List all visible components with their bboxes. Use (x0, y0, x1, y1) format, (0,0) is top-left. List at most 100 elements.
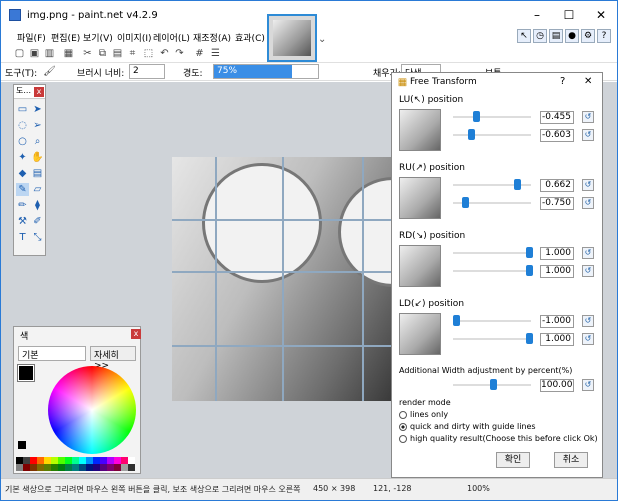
recolor-icon[interactable]: ✐ (31, 215, 44, 228)
paintbrush-tool-icon[interactable]: ✎ (16, 183, 29, 196)
minimize-button[interactable]: – (521, 5, 553, 25)
x-slider[interactable] (526, 247, 533, 258)
y-slider[interactable] (467, 129, 475, 140)
x-value[interactable]: 1.000 (540, 247, 574, 260)
brush-width-combo[interactable]: 2 (129, 64, 165, 79)
x-slider[interactable] (453, 315, 460, 326)
palette-select[interactable]: 기본 (18, 346, 86, 361)
pencil-icon[interactable]: ✏ (16, 199, 29, 212)
history-toggle-icon[interactable]: ◷ (533, 29, 547, 43)
reset-icon[interactable]: ↺ (582, 315, 594, 327)
close-icon[interactable]: x (34, 87, 44, 97)
ellipse-select-icon[interactable]: ○ (16, 135, 29, 148)
reset-icon[interactable]: ↺ (582, 129, 594, 141)
cut-icon[interactable]: ✂ (81, 47, 94, 60)
paintbrush-icon[interactable]: 🖌 (43, 65, 56, 78)
menu-image[interactable]: 이미지(I) (117, 31, 152, 44)
status-bar: 기본 색상으로 그리려면 마우스 왼쪽 버튼을 클릭, 보조 색상으로 그리려면… (1, 478, 617, 500)
clone-stamp-icon[interactable]: ⚒ (16, 215, 29, 228)
width-adjust-slider[interactable] (489, 379, 497, 390)
text-icon[interactable]: T (16, 231, 29, 244)
maximize-button[interactable]: ☐ (553, 5, 585, 25)
bucket-icon[interactable]: ◆ (16, 167, 29, 180)
line-icon[interactable]: ⤡ (31, 231, 44, 244)
rectangle-select-icon[interactable]: ▭ (16, 103, 29, 116)
brush-width-label: 브러시 너비: (77, 69, 125, 79)
radio-button[interactable] (399, 410, 407, 419)
deselect-icon[interactable]: ⬚ (142, 47, 155, 60)
reset-icon[interactable]: ↺ (582, 333, 594, 345)
crop-icon[interactable]: ⌗ (126, 47, 139, 60)
reset-icon[interactable]: ↺ (582, 247, 594, 259)
reset-icon[interactable]: ↺ (582, 197, 594, 209)
zoom-level[interactable]: 100% (467, 484, 490, 493)
menu-effects[interactable]: 효과(C) (235, 31, 265, 44)
reset-icon[interactable]: ↺ (582, 179, 594, 191)
color-wheel[interactable] (48, 366, 136, 454)
color-picker-icon[interactable]: ⧫ (31, 199, 44, 212)
y-value[interactable]: 1.000 (540, 333, 574, 346)
width-adjust-value[interactable]: 100.00 (540, 379, 574, 392)
render-option-quick[interactable]: quick and dirty with guide lines (399, 422, 536, 431)
cancel-button[interactable]: 취소 (554, 452, 588, 468)
colors-toggle-icon[interactable]: ● (565, 29, 579, 43)
copy-icon[interactable]: ⧉ (96, 47, 109, 60)
save-icon[interactable]: ▥ (43, 47, 56, 60)
paste-icon[interactable]: ▤ (111, 47, 124, 60)
grid-icon[interactable]: # (193, 47, 206, 60)
menu-edit[interactable]: 편집(E) (51, 31, 80, 44)
tools-toggle-icon[interactable]: ↖ (517, 29, 531, 43)
help-button[interactable]: ? (560, 76, 565, 87)
ok-button[interactable]: 확인 (496, 452, 530, 468)
undo-icon[interactable]: ↶ (158, 47, 171, 60)
x-value[interactable]: -0.455 (540, 111, 574, 124)
redo-icon[interactable]: ↷ (173, 47, 186, 60)
zoom-icon[interactable]: ⌕ (31, 135, 44, 148)
print-icon[interactable]: ▦ (62, 47, 75, 60)
menu-file[interactable]: 파일(F) (17, 31, 46, 44)
hardness-slider[interactable]: 75% (213, 64, 319, 79)
radio-button[interactable] (399, 434, 407, 443)
layers-toggle-icon[interactable]: ▤ (549, 29, 563, 43)
swap-colors-icon[interactable] (18, 441, 26, 449)
render-option-high[interactable]: high quality result(Choose this before c… (399, 434, 598, 443)
menu-view[interactable]: 보기(V) (83, 31, 113, 44)
render-option-lines[interactable]: lines only (399, 410, 448, 419)
y-slider[interactable] (526, 333, 533, 344)
more-button[interactable]: 자세히 >> (90, 346, 136, 371)
primary-color-swatch[interactable] (17, 364, 35, 382)
section-label: RU(↗) position (399, 163, 465, 173)
pan-icon[interactable]: ✋ (31, 151, 44, 164)
gear-icon[interactable]: ⚙ (581, 29, 595, 43)
y-value[interactable]: -0.750 (540, 197, 574, 210)
reset-icon[interactable]: ↺ (582, 379, 594, 391)
x-value[interactable]: 0.662 (540, 179, 574, 192)
reset-icon[interactable]: ↺ (582, 265, 594, 277)
y-value[interactable]: -0.603 (540, 129, 574, 142)
image-canvas[interactable] (172, 157, 410, 401)
move-selection-icon[interactable]: ➢ (31, 119, 44, 132)
magic-wand-icon[interactable]: ✦ (16, 151, 29, 164)
y-slider[interactable] (461, 197, 469, 208)
close-icon[interactable]: x (131, 329, 141, 339)
open-icon[interactable]: ▣ (28, 47, 41, 60)
dialog-close-button[interactable]: ✕ (584, 76, 592, 87)
x-slider[interactable] (473, 111, 481, 122)
menu-layers[interactable]: 레이어(L) (153, 31, 190, 44)
close-button[interactable]: ✕ (585, 5, 617, 25)
color-palette[interactable] (16, 457, 140, 471)
y-slider[interactable] (526, 265, 533, 276)
eraser-icon[interactable]: ▱ (31, 183, 44, 196)
ruler-icon[interactable]: ☰ (209, 47, 222, 60)
reset-icon[interactable]: ↺ (582, 111, 594, 123)
new-icon[interactable]: ▢ (13, 47, 26, 60)
help-icon[interactable]: ? (597, 29, 611, 43)
menu-adjustments[interactable]: 재조정(A) (193, 31, 231, 44)
x-value[interactable]: -1.000 (540, 315, 574, 328)
gradient-icon[interactable]: ▤ (31, 167, 44, 180)
x-slider[interactable] (513, 179, 521, 190)
y-value[interactable]: 1.000 (540, 265, 574, 278)
lasso-icon[interactable]: ◌ (16, 119, 29, 132)
radio-button[interactable] (399, 422, 407, 431)
move-icon[interactable]: ➤ (31, 103, 44, 116)
